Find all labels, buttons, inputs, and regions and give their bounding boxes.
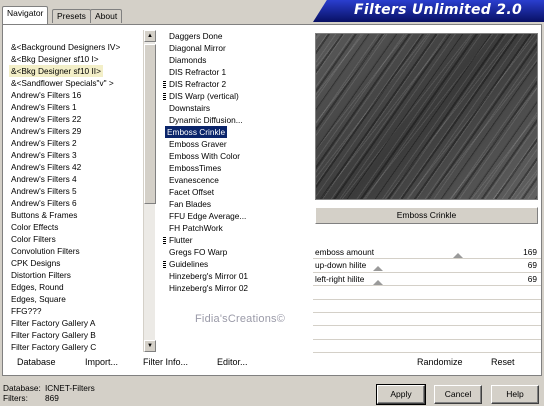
main-panel: &<Background Designers IV> &<Bkg Designer… — [2, 24, 542, 376]
filter-item[interactable]: Daggers Done — [165, 31, 223, 41]
category-item[interactable]: Color Effects — [9, 222, 58, 232]
filter-item[interactable]: DIS Warp (vertical) — [165, 91, 239, 101]
category-item[interactable]: Distortion Filters — [9, 270, 71, 280]
filter-item[interactable]: DIS Refractor 2 — [165, 79, 226, 89]
category-item[interactable]: Andrew's Filters 29 — [9, 126, 81, 136]
tab-about[interactable]: About — [90, 9, 123, 23]
reset-button[interactable]: Reset — [491, 355, 515, 369]
category-list[interactable]: &<Background Designers IV> &<Bkg Designer… — [9, 41, 143, 353]
slider-knob-icon[interactable] — [452, 253, 463, 258]
filter-item[interactable]: Fan Blades — [165, 199, 211, 209]
filter-item[interactable]: FFU Edge Average... — [165, 211, 246, 221]
filter-list[interactable]: Daggers Done Diagonal Mirror Diamonds DIS R… — [165, 30, 311, 294]
param-row[interactable]: emboss amount 169 — [313, 246, 541, 260]
filter-item[interactable]: Gregs FO Warp — [165, 247, 227, 257]
title-banner: Filters Unlimited 2.0 — [313, 0, 544, 22]
category-item[interactable]: Convolution Filters — [9, 246, 80, 256]
filter-item[interactable]: Diagonal Mirror — [165, 43, 226, 53]
database-label: Database: — [3, 383, 41, 393]
param-row[interactable]: left-right hilite 69 — [313, 273, 541, 287]
help-button[interactable]: Help — [491, 385, 539, 404]
category-item[interactable]: Andrew's Filters 2 — [9, 138, 77, 148]
param-row[interactable]: up-down hilite 69 — [313, 259, 541, 273]
filter-item[interactable]: Evanescence — [165, 175, 219, 185]
filter-item[interactable]: Hinzeberg's Mirror 01 — [165, 271, 248, 281]
watermark: Fidia'sCreations© — [195, 313, 286, 325]
cancel-button[interactable]: Cancel — [434, 385, 482, 404]
param-label: emboss amount — [315, 247, 375, 257]
param-label: up-down hilite — [315, 260, 367, 271]
status-info: Database: ICNET-Filters Filters: 869 — [3, 383, 95, 403]
param-row-empty — [313, 286, 541, 300]
filter-item[interactable]: Emboss With Color — [165, 151, 240, 161]
category-item[interactable]: Andrew's Filters 6 — [9, 198, 77, 208]
filter-item[interactable]: EmbossTimes — [165, 163, 221, 173]
category-item[interactable]: Filter Factory Gallery B — [9, 330, 96, 340]
category-item[interactable]: Edges, Square — [9, 294, 66, 304]
category-item[interactable]: Andrew's Filters 42 — [9, 162, 81, 172]
slider-knob-icon[interactable] — [372, 279, 383, 285]
category-scrollbar[interactable]: ▲ ▼ — [143, 30, 156, 352]
filter-item[interactable]: Downstairs — [165, 103, 210, 113]
category-item[interactable]: &<Bkg Designer sf10 I> — [9, 54, 99, 64]
category-item[interactable]: CPK Designs — [9, 258, 60, 268]
filter-item[interactable]: DIS Refractor 1 — [165, 67, 226, 77]
category-item[interactable]: &<Bkg Designer sf10 II> — [9, 65, 103, 77]
filter-item[interactable]: Emboss Crinkle — [165, 126, 228, 138]
editor-button[interactable]: Editor... — [217, 355, 248, 369]
category-item[interactable]: Edges, Round — [9, 282, 64, 292]
param-row-empty — [313, 313, 541, 327]
parameter-sliders: emboss amount 169 up-down hilite 69 left-rig… — [313, 246, 541, 354]
category-item[interactable]: Andrew's Filters 22 — [9, 114, 81, 124]
apply-button[interactable]: Apply — [376, 384, 426, 405]
tab-presets[interactable]: Presets — [52, 9, 91, 23]
randomize-button[interactable]: Randomize — [417, 355, 463, 369]
category-item[interactable]: Andrew's Filters 5 — [9, 186, 77, 196]
scroll-down-arrow-icon[interactable]: ▼ — [144, 340, 156, 352]
app-title: Filters Unlimited 2.0 — [354, 2, 522, 18]
filter-item[interactable]: Flutter — [165, 235, 193, 245]
filter-item[interactable]: Diamonds — [165, 55, 206, 65]
database-button[interactable]: Database — [17, 355, 56, 369]
filter-item[interactable]: Hinzeberg's Mirror 02 — [165, 283, 248, 293]
param-value: 169 — [523, 247, 537, 257]
category-item[interactable]: Andrew's Filters 16 — [9, 90, 81, 100]
category-item[interactable]: Filter Factory Gallery C — [9, 342, 96, 352]
category-item[interactable]: Color Filters — [9, 234, 56, 244]
category-item[interactable]: Andrew's Filters 4 — [9, 174, 77, 184]
category-item[interactable]: &<Sandflower Specials"v" > — [9, 78, 114, 88]
preview-image — [315, 33, 538, 200]
filter-item[interactable]: Emboss Graver — [165, 139, 227, 149]
slider-knob-icon[interactable] — [372, 266, 383, 272]
database-value: ICNET-Filters — [45, 383, 95, 393]
category-item[interactable]: Andrew's Filters 1 — [9, 102, 77, 112]
filter-item[interactable]: Facet Offset — [165, 187, 214, 197]
filters-count-label: Filters: — [3, 393, 28, 403]
param-row-empty — [313, 340, 541, 354]
category-item[interactable]: FFG??? — [9, 306, 41, 316]
filters-count-value: 869 — [45, 393, 59, 403]
filter-item[interactable]: FH PatchWork — [165, 223, 223, 233]
filter-item[interactable]: Guidelines — [165, 259, 208, 269]
scroll-thumb[interactable] — [144, 44, 156, 204]
category-item[interactable]: Andrew's Filters 3 — [9, 150, 77, 160]
import-button[interactable]: Import... — [85, 355, 118, 369]
filter-info-button[interactable]: Filter Info... — [143, 355, 188, 369]
param-row-empty — [313, 326, 541, 340]
param-value: 69 — [527, 273, 537, 284]
category-item[interactable]: &<Background Designers IV> — [9, 42, 120, 52]
param-row-empty — [313, 300, 541, 313]
param-value: 69 — [527, 260, 537, 271]
tab-navigator[interactable]: Navigator — [2, 6, 49, 24]
param-label: left-right hilite — [315, 273, 365, 284]
scroll-up-arrow-icon[interactable]: ▲ — [144, 30, 156, 42]
selected-filter-name: Emboss Crinkle — [315, 207, 538, 224]
category-item[interactable]: Buttons & Frames — [9, 210, 77, 220]
filter-item[interactable]: Dynamic Diffusion... — [165, 115, 243, 125]
category-item[interactable]: Filter Factory Gallery A — [9, 318, 95, 328]
